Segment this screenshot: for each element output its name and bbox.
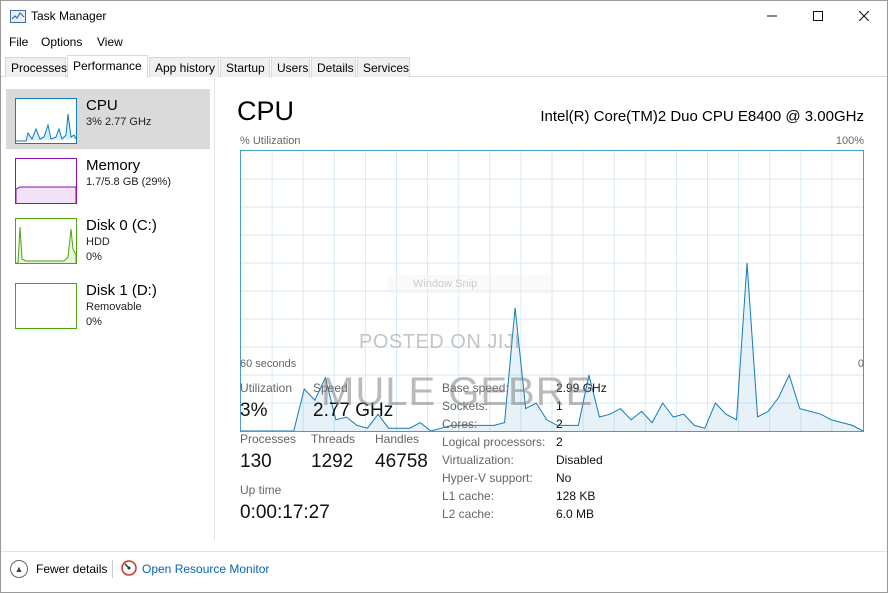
cpu-thumbnail-graph [15,98,77,144]
resource-name: Disk 0 (C:) [86,217,157,234]
disk0-thumbnail-graph [15,218,77,264]
window-title: Task Manager [31,9,107,23]
l1-cache-value: 128 KB [556,489,596,503]
graph-y-max: 100% [835,135,864,147]
watermark-posted: POSTED ON JIJI [359,331,521,353]
resource-monitor-icon [121,560,137,576]
open-resource-monitor-link[interactable]: Open Resource Monitor [142,562,269,576]
resource-disk1[interactable]: Disk 1 (D:) Removable 0% [6,276,210,336]
uptime-value: 0:00:17:27 [240,502,330,523]
minimize-icon [767,15,777,17]
watermark-name: MULE GEBRE [321,370,594,414]
close-icon [859,11,869,21]
resource-detail: 1.7/5.8 GB (29%) [86,176,171,188]
window-snip-overlay: Window Snip [388,275,551,294]
resource-disk0[interactable]: Disk 0 (C:) HDD 0% [6,210,210,270]
utilization-label: Utilization [240,381,293,395]
utilization-value: 3% [240,400,268,421]
task-manager-icon [10,10,26,23]
processes-value: 130 [240,451,272,472]
graph-x-label: 60 seconds [240,358,297,370]
task-manager-window: Task Manager File Options View Processes… [0,0,888,593]
resource-detail: HDD [86,236,110,248]
logical-processors-value: 2 [556,435,563,449]
cores-value: 2 [556,417,563,431]
resource-name: CPU [86,97,118,114]
menu-view[interactable]: View [97,35,123,49]
handles-value: 46758 [375,451,428,472]
minimize-button[interactable] [749,1,795,31]
footer-bar: ▲ Fewer details Open Resource Monitor [1,551,887,591]
menu-file[interactable]: File [9,35,28,49]
graph-x-end: 0 [857,358,864,370]
hyperv-support-value: No [556,471,572,485]
maximize-icon [813,11,823,21]
resource-detail: Removable [86,301,142,313]
tab-bar: Processes Performance App history Startu… [1,55,887,78]
cores-label: Cores: [442,417,478,431]
logical-processors-label: Logical processors: [442,435,546,449]
processes-label: Processes [240,432,297,446]
resource-utilization: 0% [86,251,102,263]
resource-name: Disk 1 (D:) [86,282,157,299]
memory-thumbnail-graph [15,158,77,204]
threads-value: 1292 [311,451,354,472]
hyperv-support-label: Hyper-V support: [442,471,533,485]
resource-memory[interactable]: Memory 1.7/5.8 GB (29%) [6,150,210,210]
l1-cache-label: L1 cache: [442,489,495,503]
handles-label: Handles [375,432,420,446]
tab-startup[interactable]: Startup [220,57,270,77]
tab-app-history[interactable]: App history [149,57,219,77]
disk1-thumbnail-graph [15,283,77,329]
cpu-model-name: Intel(R) Core(TM)2 Duo CPU E8400 @ 3.00G… [540,108,864,125]
tab-users[interactable]: Users [271,57,310,77]
fewer-details-button[interactable]: Fewer details [36,562,107,576]
title-bar: Task Manager [1,1,887,31]
tab-details[interactable]: Details [311,57,356,77]
tab-processes[interactable]: Processes [5,57,67,77]
cpu-detail-panel: CPU Intel(R) Core(TM)2 Duo CPU E8400 @ 3… [226,78,876,538]
graph-y-label: % Utilization [240,135,301,147]
footer-divider [112,560,113,578]
resource-cpu[interactable]: CPU 3% 2.77 GHz [6,89,210,149]
uptime-label: Up time [240,483,282,497]
virtualization-label: Virtualization: [442,453,514,467]
menu-bar: File Options View [1,32,887,52]
resource-list: CPU 3% 2.77 GHz Memory 1.7/5.8 GB (29%) … [1,78,215,540]
page-title: CPU [237,96,295,126]
resource-detail: 3% 2.77 GHz [86,116,152,128]
l2-cache-value: 6.0 MB [556,507,595,521]
threads-label: Threads [311,432,356,446]
virtualization-value: Disabled [556,453,603,467]
resource-utilization: 0% [86,316,102,328]
maximize-button[interactable] [795,1,841,31]
tab-services[interactable]: Services [357,57,410,77]
l2-cache-label: L2 cache: [442,507,495,521]
tab-performance[interactable]: Performance [67,55,148,78]
close-button[interactable] [841,1,887,31]
chevron-up-icon[interactable]: ▲ [10,560,28,578]
resource-name: Memory [86,157,141,174]
menu-options[interactable]: Options [41,35,82,49]
